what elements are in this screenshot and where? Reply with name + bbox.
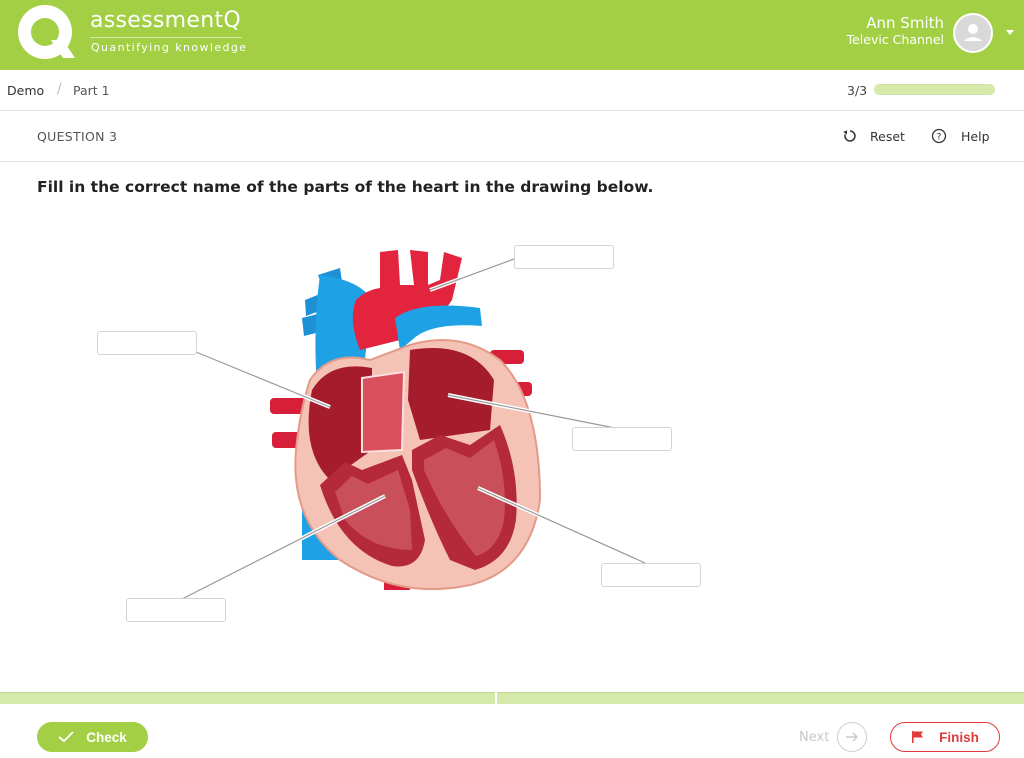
help-button[interactable]: ? Help bbox=[931, 126, 990, 146]
user-avatar-icon[interactable] bbox=[953, 13, 993, 53]
answer-field-lower-left[interactable] bbox=[126, 598, 226, 622]
answer-field-middle-right[interactable] bbox=[572, 427, 672, 451]
user-name[interactable]: Ann Smith bbox=[866, 14, 944, 32]
divider-marker bbox=[495, 692, 497, 704]
pulmonary-vein-left bbox=[270, 398, 306, 414]
help-label: Help bbox=[961, 128, 990, 144]
arrow-right-icon bbox=[837, 722, 868, 752]
question-number: QUESTION 3 bbox=[37, 129, 118, 144]
checkmark-icon bbox=[58, 731, 74, 743]
answer-field-top-right[interactable] bbox=[514, 245, 614, 269]
question-toolbar: QUESTION 3 Reset ? Help bbox=[0, 111, 1024, 162]
progress-fill bbox=[875, 85, 994, 94]
question-prompt: Fill in the correct name of the parts of… bbox=[37, 178, 654, 196]
person-icon bbox=[964, 24, 982, 41]
help-icon: ? bbox=[931, 128, 947, 144]
check-label: Check bbox=[86, 729, 127, 745]
progress-label: 3/3 bbox=[847, 83, 868, 98]
reset-icon bbox=[843, 130, 856, 142]
answer-field-upper-left[interactable] bbox=[97, 331, 197, 355]
flag-icon bbox=[912, 731, 924, 743]
heart-diagram-area bbox=[0, 210, 1024, 690]
progress-bar bbox=[874, 84, 995, 95]
reset-label: Reset bbox=[870, 128, 905, 144]
next-label: Next bbox=[799, 729, 830, 745]
aortic-root bbox=[361, 370, 406, 454]
svg-text:?: ? bbox=[937, 133, 942, 143]
breadcrumb-separator: / bbox=[57, 81, 62, 97]
finish-button[interactable]: Finish bbox=[890, 722, 1000, 752]
brand-divider bbox=[90, 37, 242, 38]
user-organization[interactable]: Televic Channel bbox=[847, 32, 944, 47]
reset-button[interactable]: Reset bbox=[842, 126, 905, 146]
chevron-down-icon[interactable] bbox=[1006, 30, 1014, 35]
breadcrumb-bar: Demo / Part 1 3/3 bbox=[0, 70, 1024, 111]
assessmentq-logo-icon bbox=[18, 5, 75, 59]
breadcrumb-current: Part 1 bbox=[73, 83, 110, 98]
brand-tagline: Quantifying knowledge bbox=[91, 41, 248, 54]
answer-field-lower-right[interactable] bbox=[601, 563, 701, 587]
breadcrumb-home[interactable]: Demo bbox=[7, 83, 44, 98]
next-button[interactable]: Next bbox=[799, 722, 868, 752]
brand-name: assessmentQ bbox=[90, 8, 242, 33]
check-button[interactable]: Check bbox=[37, 722, 148, 752]
finish-label: Finish bbox=[939, 729, 979, 745]
footer-divider bbox=[0, 692, 1024, 704]
app-header: assessmentQ Quantifying knowledge Ann Sm… bbox=[0, 0, 1024, 70]
